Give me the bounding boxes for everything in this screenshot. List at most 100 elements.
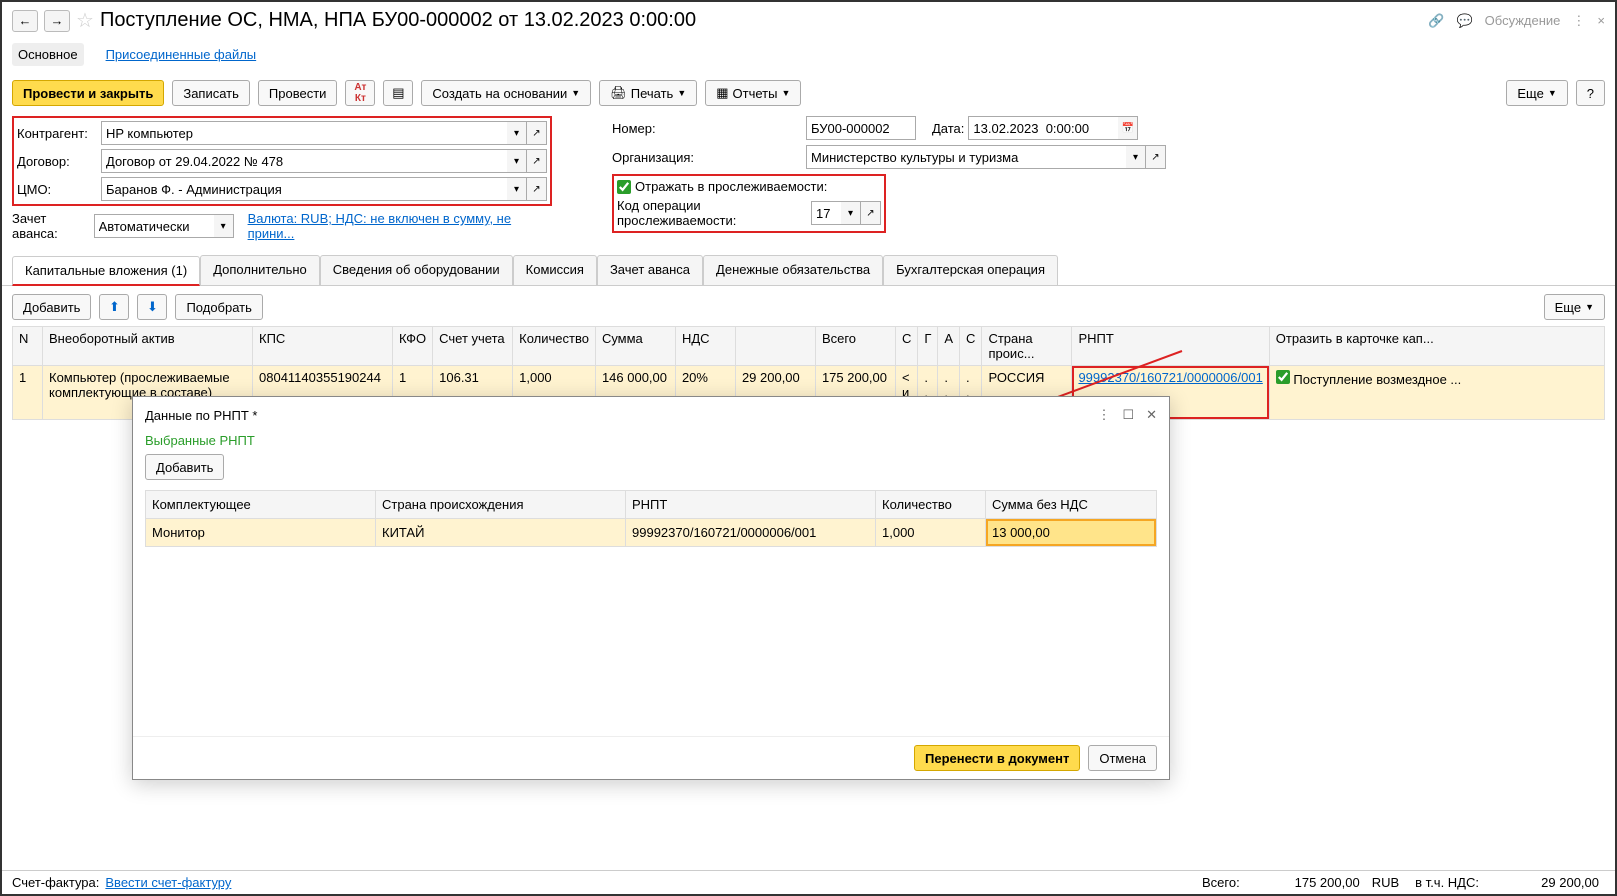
dcell-qty: 1,000 bbox=[876, 519, 986, 547]
discussion-label[interactable]: Обсуждение bbox=[1485, 13, 1561, 28]
kebab-icon[interactable]: ⋮ bbox=[1572, 13, 1585, 29]
close-icon[interactable]: × bbox=[1597, 13, 1605, 28]
dialog-subtitle: Выбранные РНПТ bbox=[133, 433, 1169, 448]
dialog-kebab-icon[interactable]: ⋮ bbox=[1097, 407, 1110, 423]
date-input[interactable] bbox=[968, 116, 1118, 140]
opcode-input[interactable] bbox=[811, 201, 841, 225]
sf-label: Счет-фактура: bbox=[12, 875, 99, 890]
tab-equipment[interactable]: Сведения об оборудовании bbox=[320, 255, 513, 285]
main-toolbar: Провести и закрыть Записать Провести АтК… bbox=[2, 74, 1615, 112]
move-up-icon[interactable]: ⬆ bbox=[99, 294, 129, 320]
move-down-icon[interactable]: ⬇ bbox=[137, 294, 167, 320]
print-button[interactable]: 🖨 Печать ▼ bbox=[599, 80, 697, 106]
col-s2[interactable]: С bbox=[960, 327, 982, 366]
dcol-comp[interactable]: Комплектующее bbox=[146, 491, 376, 519]
dropdown-icon[interactable]: ▾ bbox=[507, 149, 527, 173]
dcell-rnpt: 99992370/160721/0000006/001 bbox=[626, 519, 876, 547]
currency: RUB bbox=[1372, 875, 1399, 890]
contragent-input[interactable] bbox=[101, 121, 507, 145]
tab-advance[interactable]: Зачет аванса bbox=[597, 255, 703, 285]
reports-button[interactable]: ▦ Отчеты ▼ bbox=[705, 80, 801, 106]
dcol-country[interactable]: Страна происхождения bbox=[376, 491, 626, 519]
cmo-label: ЦМО: bbox=[17, 182, 97, 197]
dcell-country: КИТАЙ bbox=[376, 519, 626, 547]
col-g[interactable]: Г bbox=[918, 327, 938, 366]
tab-commission[interactable]: Комиссия bbox=[513, 255, 597, 285]
tab-additional[interactable]: Дополнительно bbox=[200, 255, 320, 285]
subnav-files[interactable]: Присоединенные файлы bbox=[100, 43, 263, 66]
dcol-sum[interactable]: Сумма без НДС bbox=[986, 491, 1157, 519]
open-icon[interactable]: ↗ bbox=[527, 121, 547, 145]
col-n[interactable]: N bbox=[13, 327, 43, 366]
create-based-button[interactable]: Создать на основании ▼ bbox=[421, 80, 591, 106]
org-label: Организация: bbox=[612, 150, 802, 165]
dialog-add-button[interactable]: Добавить bbox=[145, 454, 224, 480]
post-button[interactable]: Провести bbox=[258, 80, 338, 106]
advance-input[interactable] bbox=[94, 214, 214, 238]
open-icon[interactable]: ↗ bbox=[1146, 145, 1166, 169]
sf-link[interactable]: Ввести счет-фактуру bbox=[105, 875, 231, 890]
dropdown-icon[interactable]: ▾ bbox=[1126, 145, 1146, 169]
open-icon[interactable]: ↗ bbox=[527, 149, 547, 173]
col-total[interactable]: Всего bbox=[815, 327, 895, 366]
cmo-input[interactable] bbox=[101, 177, 507, 201]
structure-icon[interactable]: ▤ bbox=[383, 80, 413, 106]
col-c[interactable]: С bbox=[895, 327, 917, 366]
post-and-close-button[interactable]: Провести и закрыть bbox=[12, 80, 164, 106]
discussion-icon[interactable]: 💬 bbox=[1456, 13, 1472, 29]
subnav-main[interactable]: Основное bbox=[12, 43, 84, 66]
col-a[interactable]: А bbox=[938, 327, 960, 366]
title-bar: ← → ☆ Поступление ОС, НМА, НПА БУ00-0000… bbox=[2, 2, 1615, 39]
col-kfo[interactable]: КФО bbox=[393, 327, 433, 366]
pick-button[interactable]: Подобрать bbox=[175, 294, 262, 320]
open-icon[interactable]: ↗ bbox=[527, 177, 547, 201]
dropdown-icon[interactable]: ▾ bbox=[507, 177, 527, 201]
col-qty[interactable]: Количество bbox=[513, 327, 596, 366]
opcode-label: Код операции прослеживаемости: bbox=[617, 198, 807, 228]
dcell-comp: Монитор bbox=[146, 519, 376, 547]
open-icon[interactable]: ↗ bbox=[861, 201, 881, 225]
col-acct[interactable]: Счет учета bbox=[433, 327, 513, 366]
dialog-ok-button[interactable]: Перенести в документ bbox=[914, 745, 1080, 771]
col-country[interactable]: Страна проис... bbox=[982, 327, 1072, 366]
form-area: Контрагент: ▾ ↗ Договор: ▾ ↗ ЦМО: bbox=[2, 112, 1615, 245]
col-vat[interactable]: НДС bbox=[675, 327, 735, 366]
dcol-qty[interactable]: Количество bbox=[876, 491, 986, 519]
more-button[interactable]: Еще ▼ bbox=[1506, 80, 1567, 106]
vat-value: 29 200,00 bbox=[1485, 875, 1605, 890]
dcol-rnpt[interactable]: РНПТ bbox=[626, 491, 876, 519]
add-row-button[interactable]: Добавить bbox=[12, 294, 91, 320]
dropdown-icon[interactable]: ▾ bbox=[214, 214, 234, 238]
tab-obligations[interactable]: Денежные обязательства bbox=[703, 255, 883, 285]
col-rnpt[interactable]: РНПТ bbox=[1072, 327, 1269, 366]
total-label: Всего: bbox=[1202, 875, 1240, 890]
dt-kt-icon[interactable]: АтКт bbox=[345, 80, 375, 106]
number-input[interactable] bbox=[806, 116, 916, 140]
card-checkbox[interactable] bbox=[1276, 370, 1290, 384]
help-button[interactable]: ? bbox=[1576, 80, 1605, 106]
nav-back-button[interactable]: ← bbox=[12, 10, 38, 32]
nav-forward-button[interactable]: → bbox=[44, 10, 70, 32]
dialog-close-icon[interactable]: ✕ bbox=[1146, 407, 1157, 423]
contract-input[interactable] bbox=[101, 149, 507, 173]
rnpt-row[interactable]: Монитор КИТАЙ 99992370/160721/0000006/00… bbox=[146, 519, 1157, 547]
tab-capital[interactable]: Капитальные вложения (1) bbox=[12, 256, 200, 286]
org-input[interactable] bbox=[806, 145, 1126, 169]
col-asset[interactable]: Внеоборотный актив bbox=[43, 327, 253, 366]
dropdown-icon[interactable]: ▾ bbox=[507, 121, 527, 145]
traceability-checkbox[interactable] bbox=[617, 180, 631, 194]
save-button[interactable]: Записать bbox=[172, 80, 250, 106]
col-card[interactable]: Отразить в карточке кап... bbox=[1269, 327, 1604, 366]
dialog-maximize-icon[interactable]: ☐ bbox=[1122, 407, 1134, 423]
col-sum[interactable]: Сумма bbox=[595, 327, 675, 366]
total-value: 175 200,00 bbox=[1246, 875, 1366, 890]
col-kps[interactable]: КПС bbox=[253, 327, 393, 366]
tab-more-button[interactable]: Еще ▼ bbox=[1544, 294, 1605, 320]
currency-link[interactable]: Валюта: RUB; НДС: не включен в сумму, не… bbox=[248, 211, 552, 241]
dialog-cancel-button[interactable]: Отмена bbox=[1088, 745, 1157, 771]
favorite-star-icon[interactable]: ☆ bbox=[76, 8, 94, 33]
dropdown-icon[interactable]: ▾ bbox=[841, 201, 861, 225]
tab-accounting[interactable]: Бухгалтерская операция bbox=[883, 255, 1058, 285]
link-icon[interactable]: 🔗 bbox=[1428, 13, 1444, 29]
calendar-icon[interactable]: 📅 bbox=[1118, 116, 1138, 140]
